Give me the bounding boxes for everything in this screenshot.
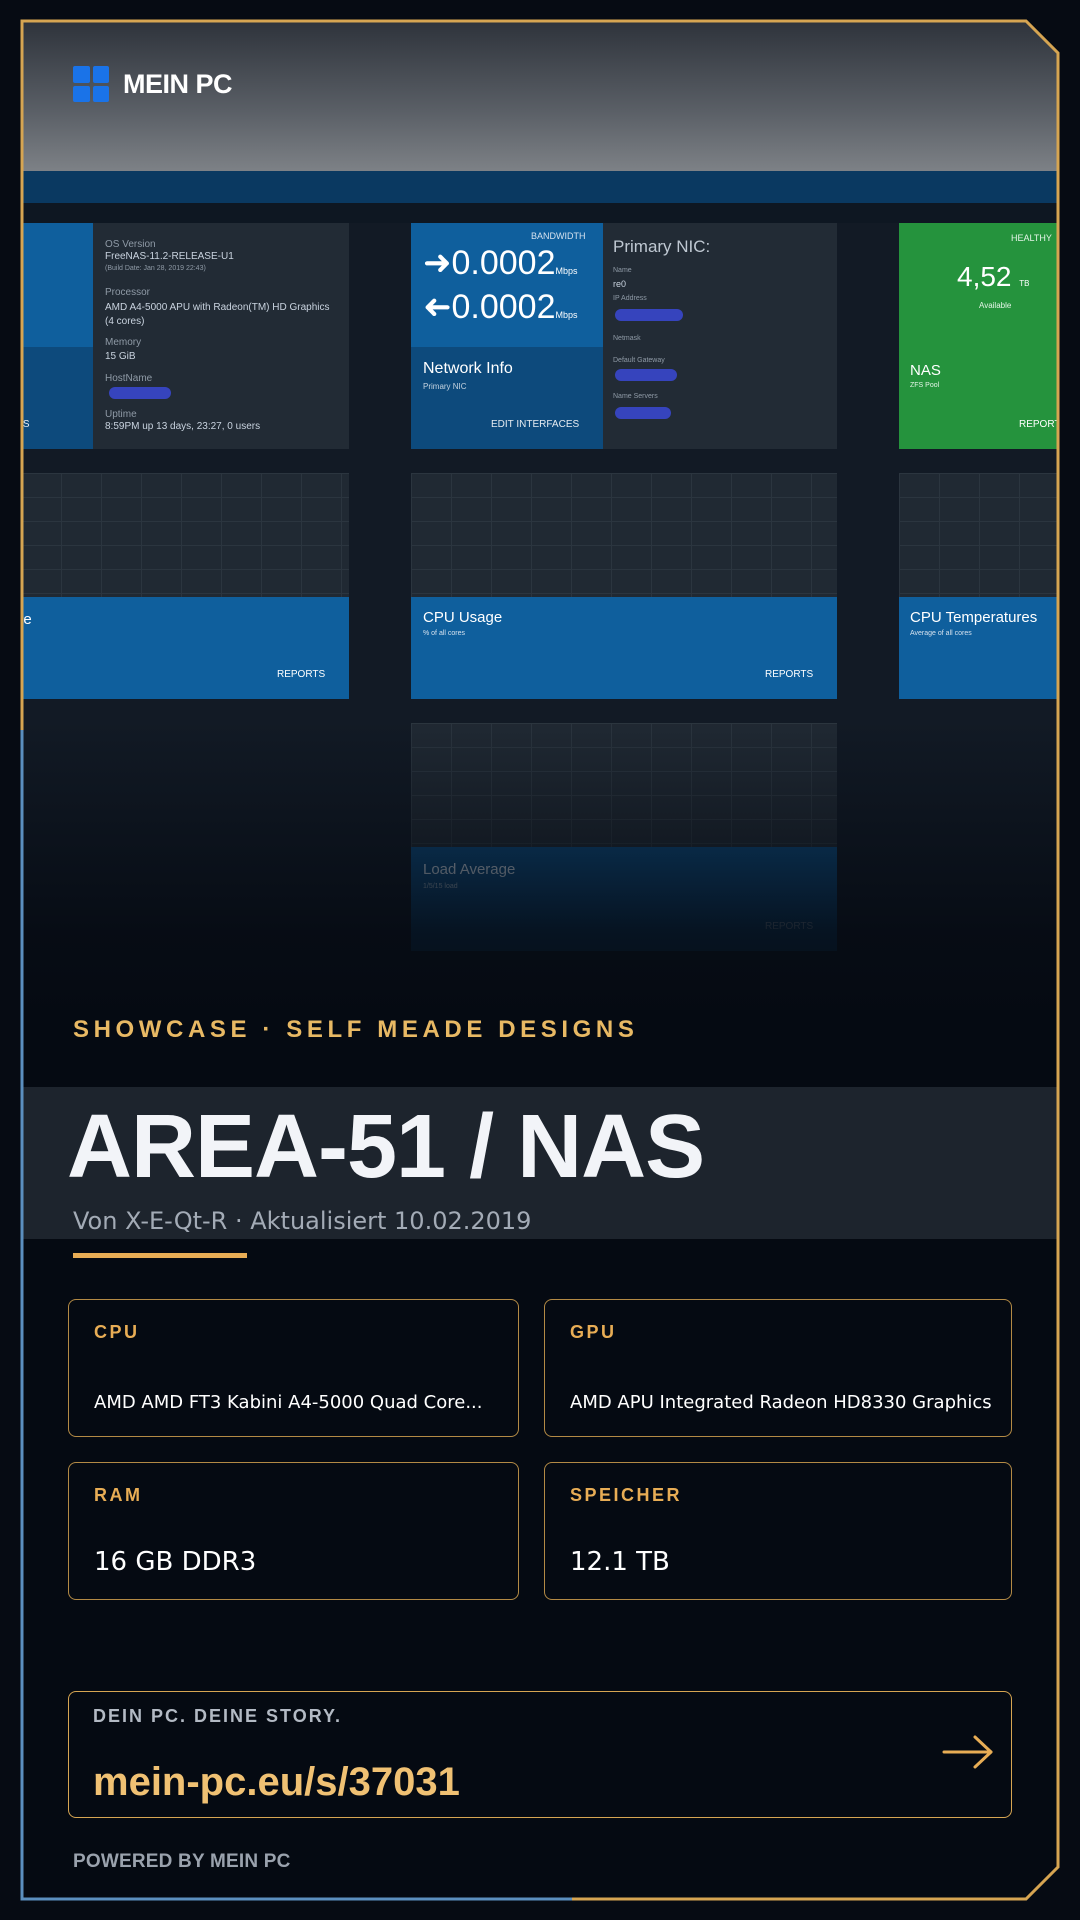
cpu-usage-subtitle: % of all cores [423, 630, 466, 637]
bandwidth-unit-out: Mbps [555, 310, 578, 320]
bandwidth-in-value: 0.0002 [451, 244, 556, 282]
nic-name-value: re0 [613, 279, 627, 289]
bandwidth-out-value: 0.0002 [451, 288, 556, 326]
memory-value: 15 GiB [105, 351, 136, 362]
processor-value: AMD A4-5000 APU with Radeon(TM) HD Graph… [105, 302, 330, 313]
brand[interactable]: MEIN PC [73, 66, 233, 102]
build-date: (Build Date: Jan 28, 2019 22:43) [105, 265, 206, 272]
spec-value-cpu: AMD AMD FT3 Kabini A4-5000 Quad Core... [94, 1392, 483, 1413]
gateway-label: Default Gateway [613, 357, 665, 364]
pool-capacity: 4,52 TB [957, 261, 1030, 293]
load-average-subtitle: 1/5/15 load [423, 883, 458, 890]
cpu-usage-chart [411, 473, 837, 597]
left-chart-title: ge [21, 611, 32, 628]
cpu-usage-panel: CPU Usage % of all cores REPORTS [411, 597, 837, 699]
dns-label: Name Servers [613, 393, 658, 400]
dashboard-screenshot: UPDATES OS Version FreeNAS-11.2-RELEASE-… [21, 223, 1059, 1013]
system-info-panel: UPDATES OS Version FreeNAS-11.2-RELEASE-… [21, 223, 349, 449]
spec-card-storage: SPEICHER 12.1 TB [544, 1462, 1012, 1600]
redacted-hostname [109, 387, 171, 399]
bandwidth-in: ➜0.0002Mbps [423, 244, 578, 282]
share-url-link[interactable]: mein-pc.eu/s/37031 [93, 1760, 460, 1805]
network-info-title: Network Info [423, 360, 513, 377]
os-value: FreeNAS-11.2-RELEASE-U1 [105, 251, 234, 262]
spec-card-ram: RAM 16 GB DDR3 [68, 1462, 519, 1600]
pool-status: HEALTHY [1011, 233, 1052, 243]
edit-interfaces-link[interactable]: EDIT INTERFACES [491, 419, 579, 430]
spec-label-ram: RAM [94, 1485, 143, 1505]
cpu-temp-chart [899, 473, 1059, 597]
memory-label: Memory [105, 337, 142, 348]
spec-value-ram: 16 GB DDR3 [94, 1547, 257, 1577]
left-chart-grid [21, 473, 349, 597]
load-average-panel: Load Average 1/5/15 load REPORTS [411, 847, 837, 951]
bandwidth-unit: Mbps [555, 266, 578, 276]
brand-name: MEIN PC [123, 68, 233, 99]
pool-title: NAS [910, 362, 941, 379]
spec-label-storage: SPEICHER [570, 1485, 683, 1505]
uptime-value: 8:59PM up 13 days, 23:27, 0 users [105, 421, 261, 432]
spec-value-storage: 12.1 TB [570, 1547, 670, 1577]
pool-available: Available [979, 301, 1012, 310]
arrow-right-icon[interactable] [941, 1732, 997, 1772]
cpu-usage-title: CPU Usage [423, 609, 503, 626]
nic-name-label: Name [613, 267, 632, 274]
share-card: MEIN PC UPDATES OS Version FreeNAS-11.2-… [21, 21, 1059, 1899]
load-average-reports-link[interactable]: REPORTS [765, 921, 813, 932]
load-average-chart [411, 723, 837, 847]
header-stripe-dark [21, 203, 1059, 223]
nic-heading: Primary NIC: [613, 237, 711, 256]
left-chart-reports-link[interactable]: REPORTS [277, 669, 325, 680]
pool-reports-link[interactable]: REPORTS [1019, 419, 1059, 430]
header-stripe [21, 171, 1059, 203]
cores-value: (4 cores) [105, 316, 145, 327]
cpu-temp-panel: CPU Temperatures Average of all cores [899, 597, 1059, 699]
network-panel: BANDWIDTH ➜0.0002Mbps ➜0.0002Mbps Networ… [411, 223, 837, 449]
pool-capacity-value: 4,52 [957, 261, 1012, 292]
windows-logo-icon [73, 66, 109, 102]
network-info-subtitle: Primary NIC [423, 382, 467, 391]
redacted-ip [615, 309, 683, 321]
spec-value-gpu: AMD APU Integrated Radeon HD8330 Graphic… [570, 1392, 992, 1413]
pool-panel: HEALTHY 4,52 TB Available NAS ZFS Pool R… [899, 223, 1059, 449]
pool-capacity-unit: TB [1019, 279, 1030, 288]
hostname-label: HostName [105, 373, 153, 384]
spec-label-gpu: GPU [570, 1322, 617, 1342]
processor-label: Processor [105, 287, 151, 298]
bandwidth-out: ➜0.0002Mbps [423, 288, 578, 326]
os-label: OS Version [105, 239, 156, 250]
left-chart-panel: ge REPORTS [21, 597, 349, 699]
share-link-card[interactable]: DEIN PC. DEINE STORY. mein-pc.eu/s/37031 [68, 1691, 1012, 1818]
cta-label: DEIN PC. DEINE STORY. [93, 1706, 343, 1726]
spec-card-cpu: CPU AMD AMD FT3 Kabini A4-5000 Quad Core… [68, 1299, 519, 1437]
bandwidth-label: BANDWIDTH [531, 231, 586, 241]
page-subtitle: Von X-E-Qt-R · Aktualisiert 10.02.2019 [73, 1207, 532, 1235]
cpu-temp-title: CPU Temperatures [910, 609, 1038, 626]
ip-label: IP Address [613, 295, 647, 302]
accent-divider [73, 1253, 247, 1258]
spec-label-cpu: CPU [94, 1322, 140, 1342]
showcase-eyebrow: SHOWCASE · SELF MEADE DESIGNS [73, 1016, 639, 1043]
netmask-label: Netmask [613, 335, 641, 342]
redacted-gateway [615, 369, 677, 381]
cpu-usage-reports-link[interactable]: REPORTS [765, 669, 813, 680]
updates-link[interactable]: UPDATES [21, 419, 30, 430]
powered-by-footer: POWERED BY MEIN PC [73, 1851, 291, 1872]
redacted-dns [615, 407, 671, 419]
cpu-temp-subtitle: Average of all cores [910, 630, 972, 637]
spec-card-gpu: GPU AMD APU Integrated Radeon HD8330 Gra… [544, 1299, 1012, 1437]
page-title: AREA-51 / NAS [67, 1097, 705, 1197]
load-average-title: Load Average [423, 861, 516, 878]
uptime-label: Uptime [105, 409, 137, 420]
pool-subtitle: ZFS Pool [910, 382, 940, 389]
